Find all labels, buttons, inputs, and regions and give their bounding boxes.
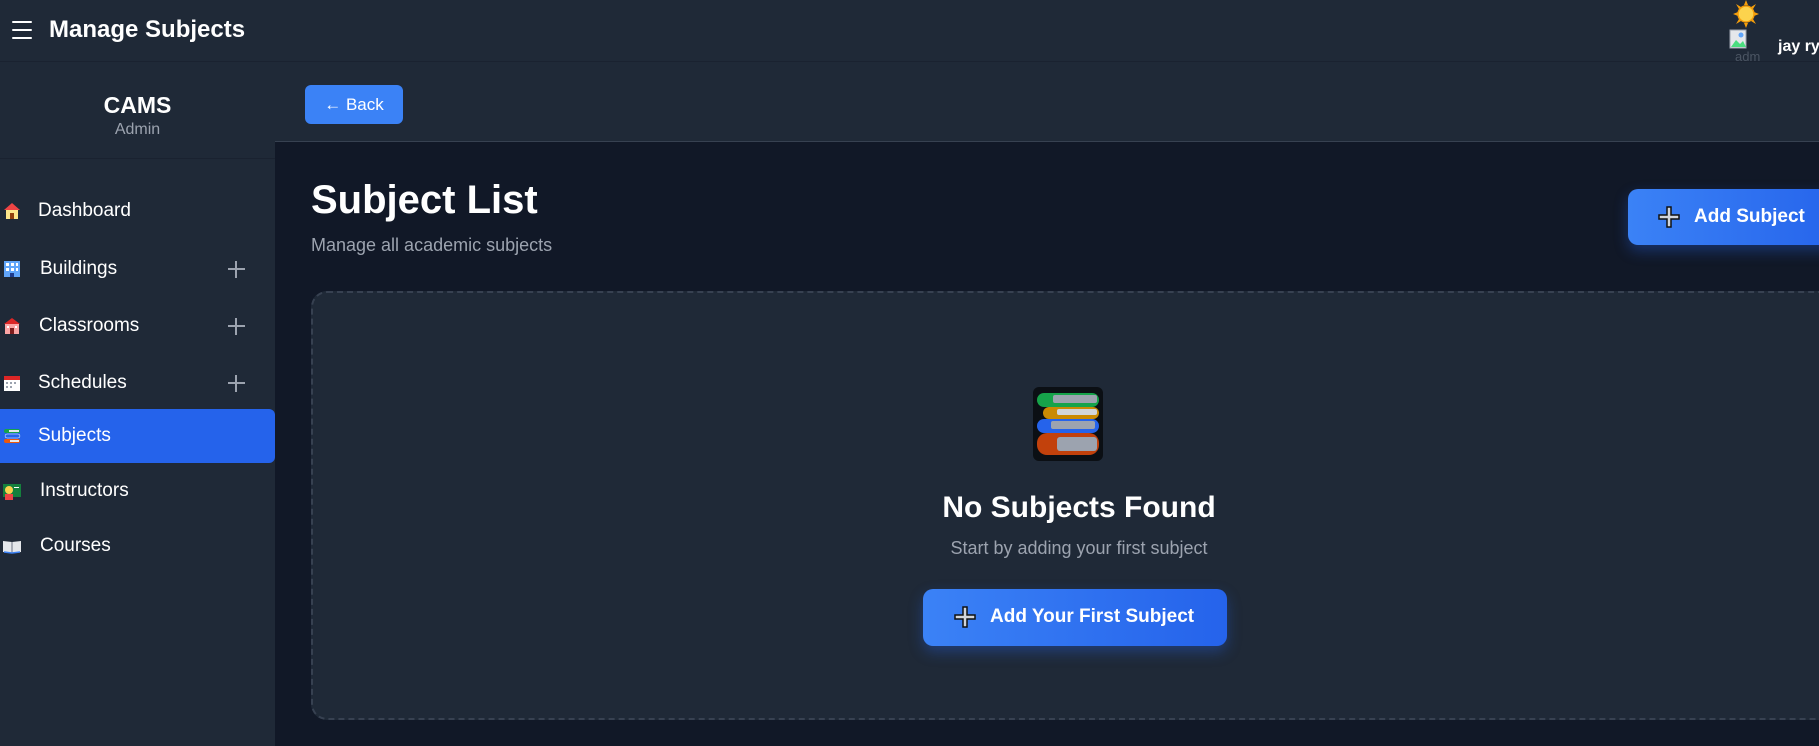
sidebar-item-label: Classrooms [39, 315, 140, 336]
sidebar-item-classrooms[interactable]: Classrooms [0, 299, 275, 353]
menu-icon[interactable] [12, 21, 32, 39]
school-icon [4, 318, 20, 334]
sidebar-item-dashboard[interactable]: Dashboard [0, 184, 275, 238]
add-first-subject-label: Add Your First Subject [990, 606, 1195, 627]
page-header-title: Manage Subjects [49, 16, 246, 43]
sidebar-item-label: Schedules [38, 372, 127, 393]
sidebar-item-label: Subjects [38, 425, 111, 446]
open-book-icon [3, 541, 21, 554]
avatar[interactable]: adm [1729, 29, 1765, 65]
sidebar-item-label: Instructors [40, 480, 129, 501]
add-classroom-icon[interactable] [226, 316, 246, 336]
teacher-icon [3, 484, 21, 500]
sidebar-item-buildings[interactable]: Buildings [0, 242, 275, 296]
page-title: Subject List [311, 178, 538, 222]
sidebar-item-instructors[interactable]: Instructors [0, 464, 275, 518]
sidebar-item-label: Buildings [40, 258, 118, 279]
empty-state: No Subjects Found Start by adding your f… [311, 291, 1819, 720]
empty-state-message: Start by adding your first subject [950, 538, 1208, 558]
add-first-subject-button[interactable]: Add Your First Subject [923, 589, 1227, 646]
brand: CAMS Admin [0, 62, 275, 159]
sidebar-item-schedules[interactable]: Schedules [0, 356, 275, 410]
toolbar: ← Back [275, 62, 1819, 142]
add-schedule-icon[interactable] [226, 373, 246, 393]
sidebar-item-label: Dashboard [38, 200, 131, 221]
sun-icon[interactable] [1731, 0, 1761, 28]
page-subtitle: Manage all academic subjects [311, 235, 553, 255]
brand-title: CAMS [103, 92, 172, 118]
username[interactable]: jay ry [1778, 38, 1819, 56]
sidebar-item-subjects[interactable]: Subjects [0, 409, 275, 463]
plus-icon [954, 606, 976, 628]
back-button[interactable]: ← Back [305, 85, 403, 124]
building-icon [4, 261, 20, 277]
plus-icon [1658, 206, 1680, 228]
add-subject-button[interactable]: Add Subject [1628, 189, 1819, 245]
top-bar: Manage Subjects adm jay ry [0, 0, 1819, 65]
sidebar-item-label: Courses [40, 535, 111, 556]
main-content: Subject List Manage all academic subject… [275, 142, 1819, 746]
add-building-icon[interactable] [226, 259, 246, 279]
empty-state-title: No Subjects Found [942, 491, 1216, 524]
brand-role: Admin [114, 121, 161, 138]
broken-image-icon [1729, 29, 1747, 49]
sidebar-item-courses[interactable]: Courses [0, 519, 275, 573]
books-stack-icon [1033, 387, 1103, 461]
calendar-icon [4, 376, 20, 391]
books-icon [4, 429, 21, 443]
add-subject-label: Add Subject [1694, 206, 1805, 227]
sidebar: CAMS Admin Dashboard Buildings Classroom… [0, 62, 275, 746]
house-icon [4, 203, 20, 219]
